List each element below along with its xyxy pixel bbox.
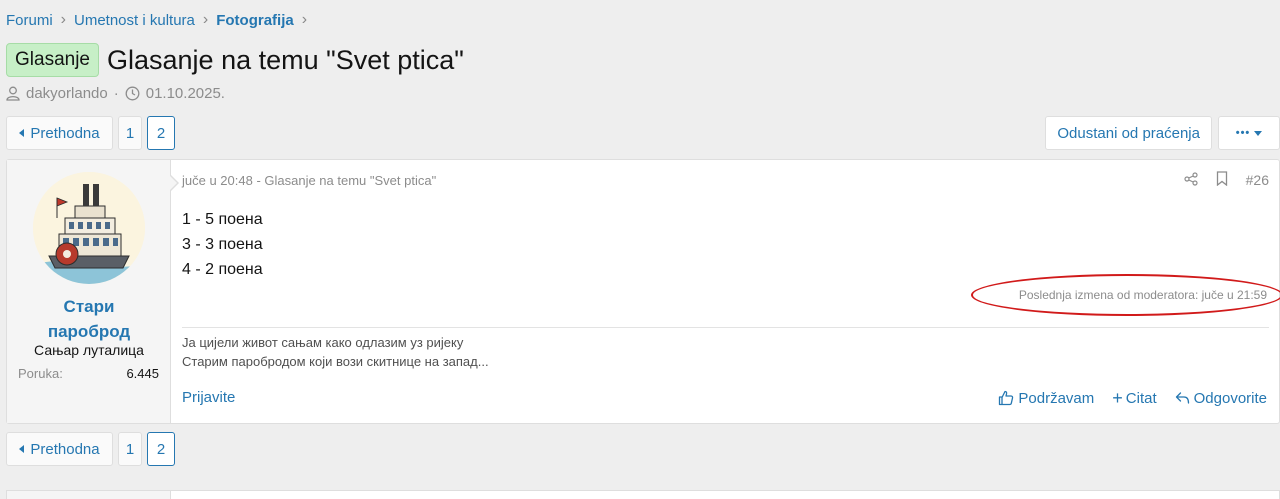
more-label: ••• bbox=[1235, 127, 1251, 139]
next-block-partial bbox=[6, 490, 1280, 499]
report-link[interactable]: Prijavite bbox=[182, 389, 235, 407]
post-body-line: 4 - 2 поена bbox=[182, 261, 263, 278]
caret-left-icon bbox=[19, 445, 25, 453]
pagination-bottom: Prethodna 1 2 bbox=[6, 432, 175, 466]
page-1-button[interactable]: 1 bbox=[118, 116, 142, 150]
post-body-line: 1 - 5 поена bbox=[182, 211, 263, 228]
share-icon[interactable] bbox=[1184, 171, 1198, 189]
more-options-button[interactable]: ••• bbox=[1218, 116, 1280, 150]
meta-separator: · bbox=[113, 85, 119, 102]
caret-down-icon bbox=[1254, 130, 1263, 136]
caret-left-icon bbox=[19, 129, 25, 137]
breadcrumb-forumi[interactable]: Forumi bbox=[6, 12, 53, 29]
signature-line: Ја цијели живот сањам како одлазим уз ри… bbox=[182, 335, 464, 350]
breadcrumb-umetnost-i-kultura[interactable]: Umetnost i kultura bbox=[74, 12, 195, 29]
pagination-top: Prethodna 1 2 bbox=[6, 116, 175, 150]
post-header-link[interactable]: juče u 20:48 - Glasanje na temu "Svet pt… bbox=[182, 173, 436, 188]
signature-divider bbox=[182, 327, 1269, 328]
post-footer-actions: Podržavam + Citat Odgovorite bbox=[998, 389, 1267, 407]
thread-title-row: Glasanje Glasanje na temu "Svet ptica" bbox=[6, 43, 464, 77]
prev-page-label: Prethodna bbox=[30, 124, 100, 142]
post-username[interactable]: Стари пароброд bbox=[7, 294, 171, 344]
thumbs-up-icon bbox=[998, 390, 1014, 406]
chevron-right-icon: › bbox=[60, 11, 66, 28]
reply-icon bbox=[1175, 391, 1190, 405]
quote-label: Citat bbox=[1125, 389, 1157, 407]
thread-actions: Odustani od praćenja ••• bbox=[1045, 116, 1280, 150]
page-2-button[interactable]: 2 bbox=[147, 116, 175, 150]
quote-button[interactable]: + Citat bbox=[1112, 389, 1156, 407]
messages-count: 6.445 bbox=[126, 366, 159, 381]
plus-icon: + bbox=[1112, 388, 1123, 408]
post-user-column: Стари пароброд Сањар луталица Poruka: 6.… bbox=[7, 160, 179, 423]
unfollow-button[interactable]: Odustani od praćenja bbox=[1045, 116, 1212, 150]
username-line-1: Стари bbox=[63, 297, 115, 316]
avatar[interactable] bbox=[33, 172, 145, 284]
page-2-button[interactable]: 2 bbox=[147, 432, 175, 466]
page-title: Glasanje na temu "Svet ptica" bbox=[107, 44, 464, 75]
post-body-line: 3 - 3 поена bbox=[182, 236, 263, 253]
breadcrumb-fotografija[interactable]: Fotografija bbox=[216, 12, 294, 29]
post-header-icons: #26 bbox=[1184, 171, 1269, 189]
thread-meta: dakyorlando · 01.10.2025. bbox=[6, 85, 225, 102]
chevron-right-icon: › bbox=[301, 11, 308, 28]
post-number-link[interactable]: #26 bbox=[1246, 172, 1269, 188]
reply-button[interactable]: Odgovorite bbox=[1175, 389, 1267, 407]
thread-prefix-badge[interactable]: Glasanje bbox=[6, 43, 99, 77]
user-messages-stat: Poruka: 6.445 bbox=[18, 366, 159, 381]
like-label: Podržavam bbox=[1018, 389, 1095, 407]
post-26: Стари пароброд Сањар луталица Poruka: 6.… bbox=[6, 159, 1280, 424]
post-body: 1 - 5 поена 3 - 3 поена 4 - 2 поена bbox=[182, 207, 263, 282]
signature: Ја цијели живот сањам како одлазим уз ри… bbox=[182, 333, 489, 371]
username-line-2: пароброд bbox=[47, 322, 131, 341]
clock-icon bbox=[125, 86, 140, 101]
signature-line: Старим паробродом који вози скитнице на … bbox=[182, 354, 489, 369]
page-1-button[interactable]: 1 bbox=[118, 432, 142, 466]
user-title: Сањар луталица bbox=[34, 342, 144, 358]
steamboat-avatar-image bbox=[33, 172, 145, 284]
user-icon bbox=[6, 86, 20, 101]
thread-date-link[interactable]: 01.10.2025. bbox=[146, 85, 225, 102]
red-annotation-ellipse bbox=[971, 274, 1280, 316]
prev-page-label: Prethodna bbox=[30, 440, 100, 458]
like-button[interactable]: Podržavam bbox=[998, 389, 1094, 407]
prev-page-button[interactable]: Prethodna bbox=[6, 116, 113, 150]
bookmark-icon[interactable] bbox=[1216, 171, 1228, 189]
post-footer: Prijavite Podržavam + Citat Odgovorite bbox=[182, 389, 1267, 407]
breadcrumb: Forumi › Umetnost i kultura › Fotografij… bbox=[6, 11, 307, 29]
next-block-user-column bbox=[7, 491, 171, 499]
chevron-right-icon: › bbox=[202, 11, 209, 28]
post-main: juče u 20:48 - Glasanje na temu "Svet pt… bbox=[171, 160, 1280, 423]
prev-page-button[interactable]: Prethodna bbox=[6, 432, 113, 466]
thread-author-link[interactable]: dakyorlando bbox=[26, 85, 108, 102]
reply-label: Odgovorite bbox=[1193, 389, 1267, 407]
messages-label: Poruka: bbox=[18, 366, 63, 381]
